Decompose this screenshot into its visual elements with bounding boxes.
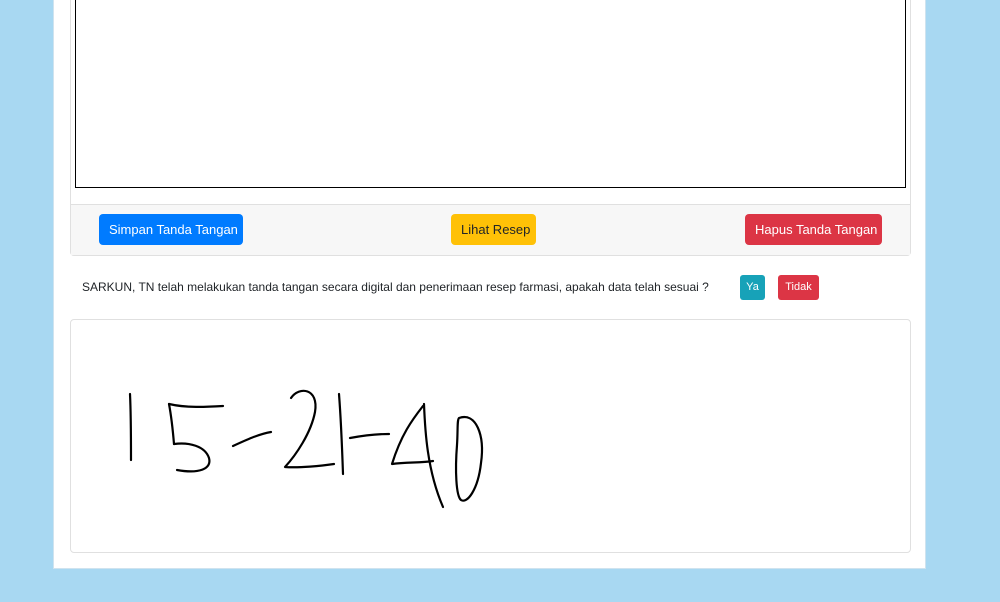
confirmation-message: SARKUN, TN telah melakukan tanda tangan … xyxy=(82,280,709,294)
save-signature-button[interactable]: Simpan Tanda Tangan xyxy=(99,214,243,245)
view-prescription-button[interactable]: Lihat Resep xyxy=(451,214,536,245)
confirmation-row: SARKUN, TN telah melakukan tanda tangan … xyxy=(82,275,902,300)
signature-canvas[interactable] xyxy=(75,0,906,188)
saved-signature-card xyxy=(70,319,911,553)
confirm-no-button[interactable]: Tidak xyxy=(778,275,819,300)
signature-pad-footer: Simpan Tanda Tangan Lihat Resep Hapus Ta… xyxy=(71,204,910,255)
signature-pad-card: Simpan Tanda Tangan Lihat Resep Hapus Ta… xyxy=(70,0,911,256)
confirm-yes-button[interactable]: Ya xyxy=(740,275,765,300)
handwritten-signature-image xyxy=(128,389,483,509)
page-card: Simpan Tanda Tangan Lihat Resep Hapus Ta… xyxy=(53,0,926,569)
clear-signature-button[interactable]: Hapus Tanda Tangan xyxy=(745,214,882,245)
